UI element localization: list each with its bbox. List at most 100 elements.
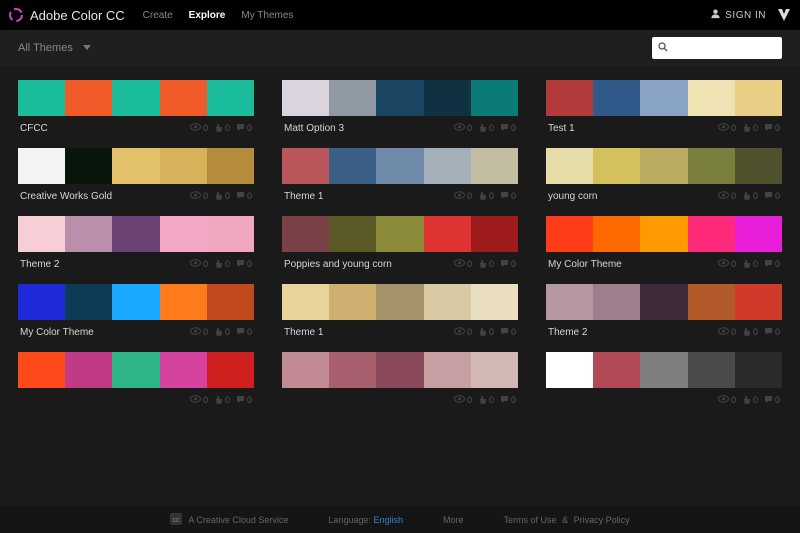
theme-card[interactable]: My Color Theme000: [546, 216, 782, 276]
nav-item-my-themes[interactable]: My Themes: [241, 6, 293, 25]
filter-dropdown[interactable]: All Themes: [18, 42, 91, 54]
eye-icon: [718, 395, 729, 405]
likes-stat: 0: [214, 395, 230, 406]
nav-item-explore[interactable]: Explore: [189, 6, 226, 25]
comments-stat: 0: [236, 327, 252, 338]
comment-icon: [236, 123, 245, 134]
stat-count: 0: [467, 191, 472, 201]
swatch: [424, 284, 471, 320]
stat-count: 0: [753, 191, 758, 201]
thumb-up-icon: [742, 259, 751, 270]
card-meta: Poppies and young corn000: [282, 252, 518, 276]
swatch: [546, 148, 593, 184]
theme-card[interactable]: Test 1000: [546, 80, 782, 140]
sign-in-button[interactable]: SIGN IN: [710, 8, 766, 22]
card-meta: 000: [546, 388, 782, 412]
theme-card[interactable]: My Color Theme000: [18, 284, 254, 344]
swatch: [376, 352, 423, 388]
stat-count: 0: [225, 327, 230, 337]
theme-card[interactable]: Theme 1000: [282, 148, 518, 208]
user-icon: [710, 8, 721, 22]
theme-card[interactable]: Theme 2000: [18, 216, 254, 276]
views-stat: 0: [454, 259, 472, 269]
swatch: [735, 284, 782, 320]
card-meta: Theme 1000: [282, 320, 518, 344]
comments-stat: 0: [764, 123, 780, 134]
comments-stat: 0: [500, 123, 516, 134]
theme-card[interactable]: Theme 2000: [546, 284, 782, 344]
swatch: [207, 284, 254, 320]
language-label: Language:: [328, 515, 371, 525]
cc-service-label: A Creative Cloud Service: [188, 515, 288, 525]
swatch: [424, 80, 471, 116]
swatch-row: [282, 148, 518, 184]
theme-stats: 000: [454, 191, 516, 202]
swatch: [282, 148, 329, 184]
likes-stat: 0: [214, 191, 230, 202]
swatch: [112, 148, 159, 184]
search-input[interactable]: [672, 43, 772, 54]
likes-stat: 0: [214, 123, 230, 134]
thumb-up-icon: [478, 395, 487, 406]
theme-card[interactable]: Matt Option 3000: [282, 80, 518, 140]
comment-icon: [500, 395, 509, 406]
comment-icon: [764, 191, 773, 202]
swatch: [160, 284, 207, 320]
theme-card[interactable]: CFCC000: [18, 80, 254, 140]
eye-icon: [190, 327, 201, 337]
theme-card[interactable]: young corn000: [546, 148, 782, 208]
swatch: [65, 284, 112, 320]
theme-card[interactable]: Poppies and young corn000: [282, 216, 518, 276]
theme-title: CFCC: [20, 123, 190, 134]
swatch-row: [18, 148, 254, 184]
stat-count: 0: [225, 191, 230, 201]
stat-count: 0: [775, 191, 780, 201]
theme-title: Poppies and young corn: [284, 259, 454, 270]
search-field[interactable]: [652, 37, 782, 59]
swatch: [376, 148, 423, 184]
likes-stat: 0: [214, 327, 230, 338]
swatch: [65, 80, 112, 116]
stat-count: 0: [731, 395, 736, 405]
theme-title: Test 1: [548, 123, 718, 134]
swatch: [688, 148, 735, 184]
theme-card[interactable]: 000: [282, 352, 518, 412]
privacy-link[interactable]: Privacy Policy: [574, 515, 630, 525]
stat-count: 0: [753, 123, 758, 133]
swatch: [471, 148, 518, 184]
swatch-row: [18, 284, 254, 320]
cc-badge-icon: cc: [170, 513, 182, 527]
swatch: [282, 80, 329, 116]
theme-stats: 000: [190, 395, 252, 406]
product-name: Adobe Color CC: [30, 8, 125, 23]
swatch-row: [546, 284, 782, 320]
theme-title: Theme 2: [548, 327, 718, 338]
language-value[interactable]: English: [373, 515, 403, 525]
terms-link[interactable]: Terms of Use: [504, 515, 557, 525]
theme-title: My Color Theme: [548, 259, 718, 270]
language-selector[interactable]: Language: English: [328, 515, 403, 525]
swatch: [18, 216, 65, 252]
theme-title: My Color Theme: [20, 327, 190, 338]
swatch: [735, 148, 782, 184]
thumb-up-icon: [214, 191, 223, 202]
comments-stat: 0: [236, 259, 252, 270]
swatch: [65, 148, 112, 184]
nav-item-create[interactable]: Create: [143, 6, 173, 25]
stat-count: 0: [511, 395, 516, 405]
thumb-up-icon: [742, 395, 751, 406]
swatch: [471, 284, 518, 320]
theme-card[interactable]: 000: [18, 352, 254, 412]
stat-count: 0: [247, 395, 252, 405]
thumb-up-icon: [214, 123, 223, 134]
swatch: [593, 80, 640, 116]
swatch: [424, 216, 471, 252]
theme-card[interactable]: Theme 1000: [282, 284, 518, 344]
swatch: [640, 80, 687, 116]
theme-card[interactable]: 000: [546, 352, 782, 412]
footer-more-link[interactable]: More: [443, 515, 464, 525]
theme-card[interactable]: Creative Works Gold000: [18, 148, 254, 208]
swatch: [282, 216, 329, 252]
theme-stats: 000: [454, 395, 516, 406]
app-footer: cc A Creative Cloud Service Language: En…: [0, 507, 800, 533]
